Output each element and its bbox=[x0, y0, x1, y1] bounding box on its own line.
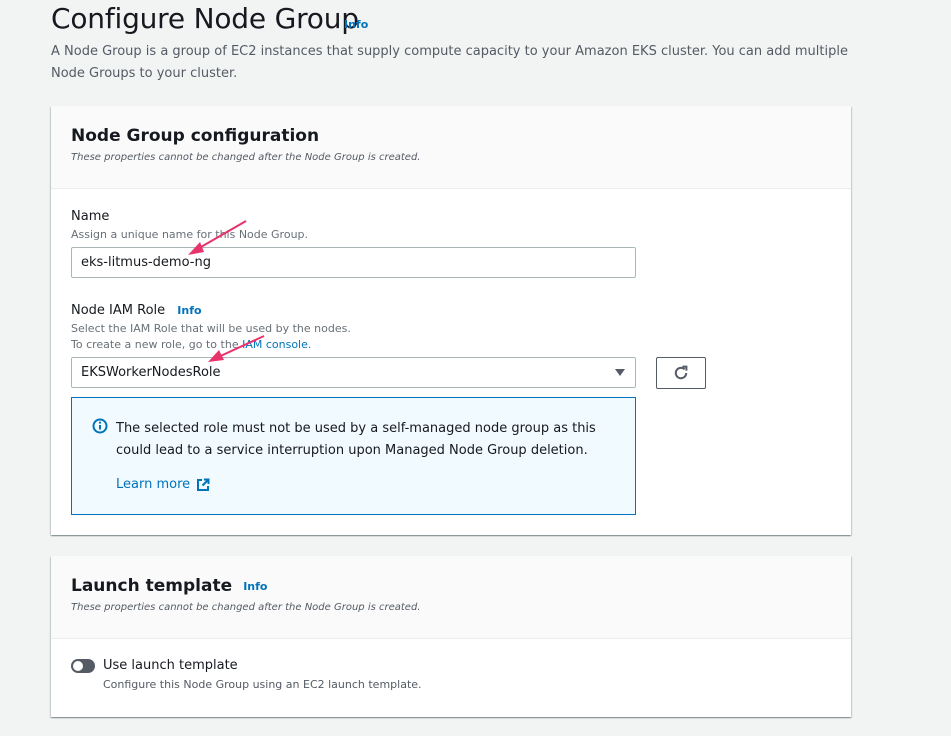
iam-role-label-text: Node IAM Role bbox=[71, 303, 166, 318]
iam-role-description-suffix: . bbox=[307, 338, 312, 351]
caret-down-icon bbox=[615, 369, 625, 376]
iam-role-description: Select the IAM Role that will be used by… bbox=[71, 321, 351, 353]
panel-title: Node Group configuration bbox=[71, 126, 320, 146]
panel-subtitle: These properties cannot be changed after… bbox=[71, 152, 421, 163]
launch-template-panel: Launch template Info These properties ca… bbox=[51, 556, 851, 717]
iam-role-info-link[interactable]: Info bbox=[177, 304, 201, 317]
panel-header: Node Group configuration These propertie… bbox=[51, 106, 851, 189]
iam-role-description-line1: Select the IAM Role that will be used by… bbox=[71, 322, 351, 335]
panel-title: Launch template bbox=[71, 576, 233, 596]
learn-more-link[interactable]: Learn more bbox=[116, 477, 210, 492]
toggle-label: Use launch template bbox=[103, 658, 238, 673]
refresh-roles-button[interactable] bbox=[656, 357, 706, 389]
use-launch-template-toggle[interactable] bbox=[71, 659, 95, 673]
iam-role-description-prefix: To create a new role, go to the bbox=[71, 338, 243, 351]
iam-role-selected-value: EKSWorkerNodesRole bbox=[81, 365, 221, 380]
refresh-icon bbox=[674, 365, 688, 380]
panel-subtitle: These properties cannot be changed after… bbox=[71, 602, 421, 613]
iam-role-select[interactable]: EKSWorkerNodesRole bbox=[71, 357, 636, 388]
info-circle-icon bbox=[92, 418, 108, 434]
alert-text: The selected role must not be used by a … bbox=[116, 421, 596, 458]
external-link-icon bbox=[197, 478, 210, 491]
learn-more-label: Learn more bbox=[116, 477, 191, 492]
panel-header: Launch template Info These properties ca… bbox=[51, 556, 851, 639]
page-description: A Node Group is a group of EC2 instances… bbox=[51, 44, 848, 81]
toggle-description: Configure this Node Group using an EC2 l… bbox=[103, 678, 422, 691]
name-description: Assign a unique name for this Node Group… bbox=[71, 228, 309, 241]
toggle-knob bbox=[73, 661, 83, 671]
name-label: Name bbox=[71, 209, 110, 224]
iam-role-label: Node IAM Role Info bbox=[71, 303, 202, 318]
name-input[interactable] bbox=[71, 247, 636, 278]
launch-template-info-link[interactable]: Info bbox=[243, 580, 267, 593]
page-info-link[interactable]: Info bbox=[344, 18, 368, 31]
iam-console-link[interactable]: IAM console bbox=[242, 338, 308, 351]
node-group-configuration-panel: Node Group configuration These propertie… bbox=[51, 106, 851, 535]
info-alert: The selected role must not be used by a … bbox=[71, 397, 636, 515]
page-title: Configure Node Group bbox=[51, 2, 359, 35]
iam-role-description-line2: To create a new role, go to the IAM cons… bbox=[71, 337, 351, 353]
